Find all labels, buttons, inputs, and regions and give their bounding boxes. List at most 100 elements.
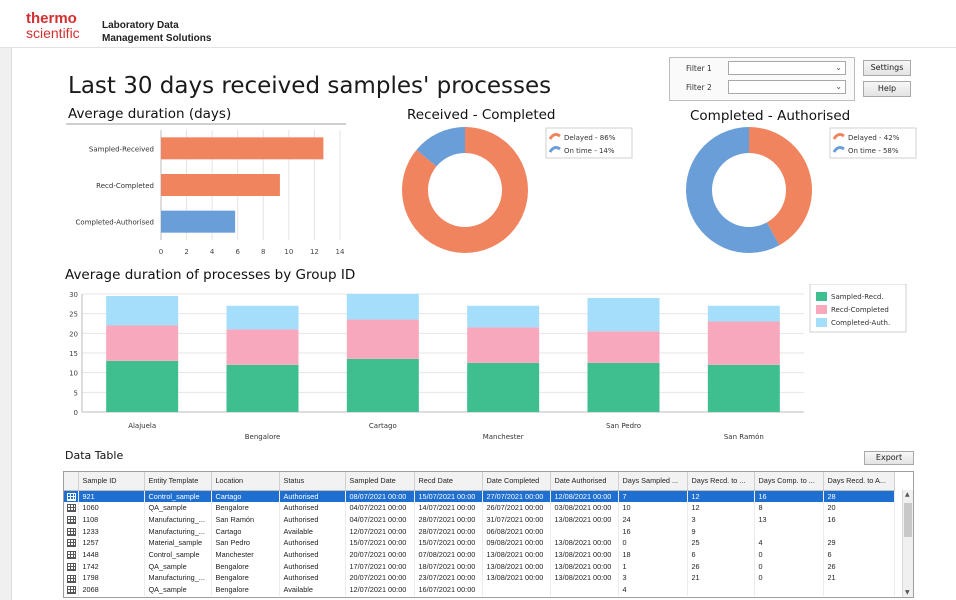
column-header[interactable]: Date Authorised [550,472,619,491]
filter2-select[interactable]: ⌄ [728,80,846,94]
row-selector[interactable] [64,584,79,596]
table-row[interactable]: 1108 Manufacturing_... San Ramón Authorised… [64,513,895,526]
table-row[interactable]: 1742 QA_sample Bengalore Authorised 17/07/20… [64,560,895,573]
table-cell: Authorised [279,513,346,526]
table-cell: 18/07/2021 00:00 [414,560,483,573]
table-cell: 26/07/2021 00:00 [482,502,551,514]
row-selector[interactable] [64,560,79,573]
help-button[interactable]: Help [863,81,911,97]
legend-swatch [816,318,827,327]
row-selector[interactable] [64,490,79,503]
table-cell: 4 [754,537,824,550]
table-row[interactable]: 1798 Manufacturing_... Bengalore Authorised… [64,572,895,585]
table-row[interactable]: 1448 Control_sample Manchester Authorised 20… [64,549,895,561]
grid-row-icon [67,551,76,560]
column-header[interactable]: Sampled Date [345,472,415,491]
table-cell: 17/07/2021 00:00 [345,560,415,573]
table-cell: Authorised [279,572,346,585]
table-cell: Bengalore [211,572,280,585]
table-cell: 04/07/2021 00:00 [345,502,415,514]
column-header[interactable]: Sample ID [78,472,145,491]
column-header[interactable]: Status [279,472,346,491]
row-selector[interactable] [64,513,79,526]
category-label: Manchester [483,433,524,441]
table-cell: QA_sample [144,502,212,514]
table-cell: Manufacturing_... [144,525,212,538]
table-row[interactable]: 1233 Manufacturing_... Cartago Available 12/… [64,525,895,538]
settings-button[interactable]: Settings [863,60,911,76]
table-cell: 16/07/2021 00:00 [414,584,483,596]
data-grid: Sample ID Entity Template Location Status Sa… [64,472,895,596]
grid-row-icon [67,539,76,548]
column-header[interactable]: Recd Date [414,472,483,491]
row-selector[interactable] [64,572,79,585]
column-header[interactable]: Date Completed [482,472,551,491]
stacked-bar-segment [707,305,780,322]
stacked-bar-segment [106,295,179,326]
left-panel-edge [0,48,12,600]
table-row[interactable]: 1060 QA_sample Bengalore Authorised 04/07/20… [64,502,895,514]
column-header[interactable]: Entity Template [144,472,212,491]
table-cell: 1257 [78,537,145,550]
legend-swatch [816,305,827,314]
stacked-bar-segment [346,319,419,359]
column-header[interactable]: Days Sampled ... [618,472,688,491]
table-row[interactable]: 2068 QA_sample Bengalore Available 12/07/202… [64,584,895,596]
column-header[interactable]: Days Recd. to A... [823,472,895,491]
grid-row-icon [67,504,76,513]
table-cell: 15/07/2021 00:00 [414,537,483,550]
table-cell: 03/08/2021 00:00 [550,502,619,514]
table-cell: 4 [618,584,688,596]
stacked-bar-segment [587,362,660,412]
table-cell: 1448 [78,549,145,561]
filter1-select[interactable]: ⌄ [728,61,846,75]
group-duration-title: Average duration of processes by Group I… [65,267,356,283]
table-cell [754,584,824,596]
table-row[interactable]: 921 Control_sample Cartago Authorised 08/07/… [64,490,895,503]
table-cell [550,525,619,538]
table-cell: Control_sample [144,490,212,503]
table-row[interactable]: 1257 Material_sample San Pedro Authorised 15… [64,537,895,550]
scrollbar-thumb[interactable] [904,503,912,537]
table-cell: 12/08/2021 00:00 [550,490,619,503]
data-table[interactable]: Sample ID Entity Template Location Status Sa… [63,471,914,598]
bar [161,174,280,196]
row-selector[interactable] [64,549,79,561]
row-selector[interactable] [64,525,79,538]
column-header[interactable]: Days Comp. to ... [754,472,824,491]
scroll-down-icon[interactable]: ▼ [905,589,910,596]
row-selector-header [64,472,79,491]
column-header[interactable]: Location [211,472,280,491]
column-header[interactable]: Days Recd. to ... [687,472,755,491]
legend-label: Sampled-Recd. [831,293,884,301]
table-cell: 10 [618,502,688,514]
table-cell: QA_sample [144,560,212,573]
table-cell: Bengalore [211,584,280,596]
avg-duration-chart: 0 2 4 6 8 10 12 14 Sampled-Received Recd-Complete… [76,130,345,256]
data-table-title: Data Table [65,449,124,462]
vertical-scrollbar[interactable]: ▲ ▼ [902,490,913,597]
table-cell: 14/07/2021 00:00 [414,502,483,514]
table-cell: 3 [618,572,688,585]
legend-label: Delayed - 86% [564,134,616,142]
table-cell: 20/07/2021 00:00 [345,549,415,561]
table-cell: 6 [823,549,895,561]
table-cell: Control_sample [144,549,212,561]
received-completed-donut: Delayed - 86% On time - 14% [402,127,633,253]
table-cell: 24 [618,513,688,526]
legend-swatch [816,292,827,301]
table-cell: 18 [618,549,688,561]
legend-label: Delayed - 42% [848,134,900,142]
x-tick-label: 0 [159,248,163,256]
stacked-bar-segment [587,331,660,363]
row-selector[interactable] [64,537,79,550]
scroll-up-icon[interactable]: ▲ [905,491,910,498]
row-selector[interactable] [64,502,79,514]
stacked-bar-segment [226,364,299,412]
export-button[interactable]: Export [864,451,914,465]
section-divider [66,123,346,125]
category-label: Bengalore [245,433,281,441]
category-label: Recd-Completed [96,182,154,190]
table-cell: 1060 [78,502,145,514]
table-cell: 28/07/2021 00:00 [414,513,483,526]
